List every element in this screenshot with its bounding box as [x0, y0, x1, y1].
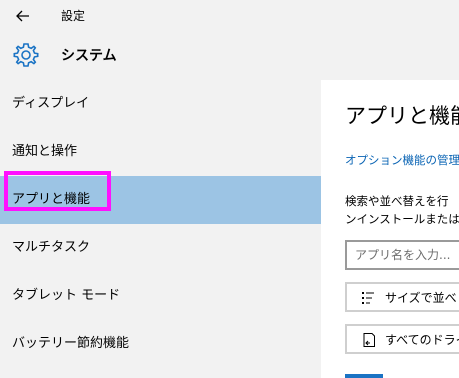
page-title: アプリと機能	[345, 104, 459, 128]
optional-features-link[interactable]: オプション機能の管理	[345, 152, 459, 168]
sort-dropdown-label: サイズで並べ	[385, 291, 457, 305]
description-line-2: ンインストールまたは	[345, 212, 459, 226]
section-title: システム	[61, 48, 117, 64]
app-search-input[interactable]	[355, 246, 459, 264]
progress-accent-bar	[345, 374, 383, 378]
sidebar-item-label: タブレット モード	[12, 288, 121, 303]
drive-dropdown-label: すべてのドライ	[385, 333, 459, 347]
sort-dropdown[interactable]: サイズで並べ	[345, 282, 459, 312]
sidebar-item-notifications[interactable]: 通知と操作	[0, 128, 321, 176]
drive-icon	[363, 333, 375, 347]
highlight-annotation-box	[4, 171, 111, 211]
page-header: システム	[0, 32, 459, 80]
app-search-box[interactable]	[345, 240, 459, 270]
sidebar-item-label: ディスプレイ	[12, 96, 90, 111]
description-line-1: 検索や並べ替えを行	[345, 194, 449, 208]
gear-icon	[13, 43, 39, 67]
sidebar-item-battery-saver[interactable]: バッテリー節約機能	[0, 320, 321, 368]
sort-list-icon	[362, 292, 374, 304]
sidebar: ディスプレイ 通知と操作 アプリと機能 マルチタスク タブレット モード バッテ…	[0, 80, 321, 378]
drive-filter-dropdown[interactable]: すべてのドライ	[345, 324, 459, 354]
sidebar-item-label: マルチタスク	[12, 240, 91, 255]
sidebar-item-display[interactable]: ディスプレイ	[0, 80, 321, 128]
main-content: アプリと機能 オプション機能の管理 検索や並べ替えを行 ンインストールまたは サ…	[321, 80, 459, 378]
back-button[interactable]	[10, 6, 36, 26]
window-title: 設定	[61, 9, 86, 23]
title-bar: 設定	[0, 0, 459, 32]
back-arrow-icon	[16, 10, 29, 22]
sidebar-item-label: 通知と操作	[12, 144, 78, 159]
sidebar-item-tablet-mode[interactable]: タブレット モード	[0, 272, 321, 320]
sidebar-item-label: バッテリー節約機能	[12, 336, 130, 351]
sidebar-item-multitasking[interactable]: マルチタスク	[0, 224, 321, 272]
